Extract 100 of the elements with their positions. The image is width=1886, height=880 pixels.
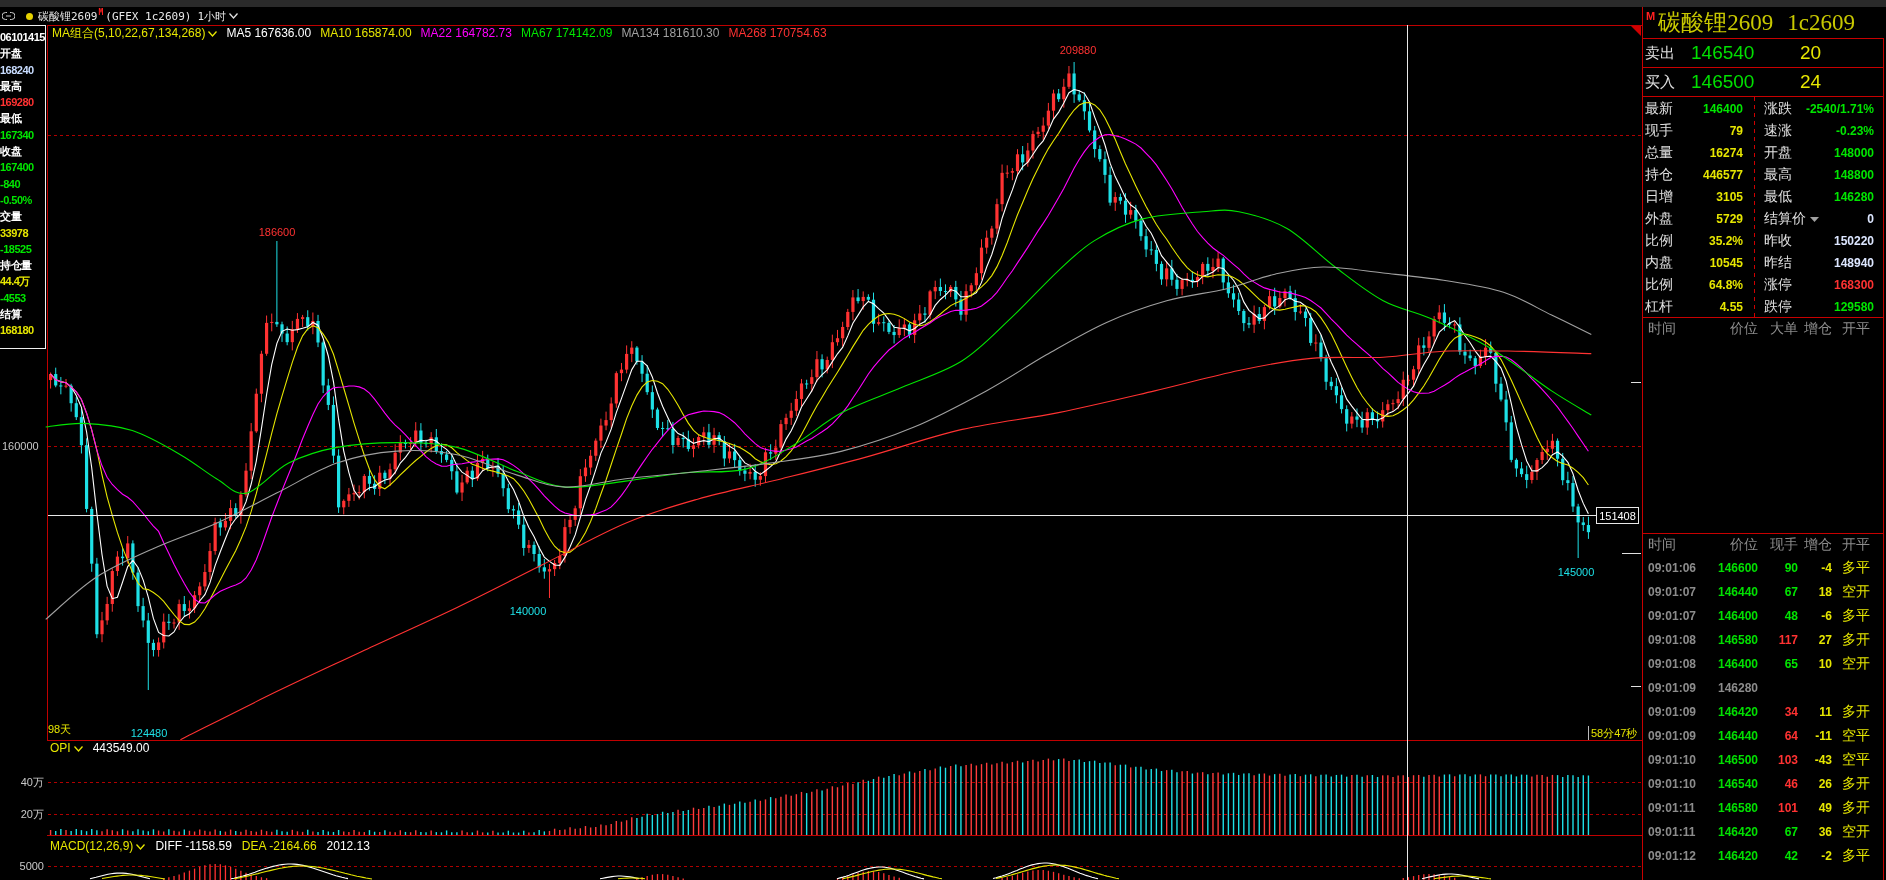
trade-volume: 67 (1784, 585, 1798, 599)
quote-value: 16274 (1709, 146, 1743, 160)
quote-label: 总量 (1645, 144, 1673, 162)
quote-value: 146280 (1833, 190, 1874, 204)
quote-value: 3105 (1716, 190, 1743, 204)
quote-label: 昨结 (1764, 254, 1792, 272)
column-header: 时间 (1647, 320, 1677, 338)
quote-label: 杠杆 (1645, 298, 1673, 316)
trade-price: 146420 (1717, 825, 1758, 839)
period-dropdown[interactable]: 1小时 (197, 8, 239, 24)
indicator-dropdown[interactable]: MACD(12,26,9) (50, 839, 146, 854)
axis-tick (1621, 553, 1642, 554)
quote-value: 168300 (1833, 278, 1874, 292)
quote-label: 比例 (1645, 276, 1673, 294)
data-window-text: -4553 (0, 290, 26, 306)
trade-volume: 34 (1784, 705, 1798, 719)
link-icon[interactable] (2, 12, 15, 20)
open-interest-change: 10 (1818, 657, 1832, 671)
open-interest-change: 26 (1818, 777, 1832, 791)
caret-down-icon[interactable] (1810, 216, 1819, 222)
data-window-text: 168180 (0, 323, 34, 339)
moving-average-value: MA10 165874.00 (320, 26, 412, 41)
quote-label: 最低 (1764, 188, 1792, 206)
chevron-down-icon (136, 843, 146, 850)
axis-tick (1630, 686, 1642, 687)
quote-label: 涨停 (1764, 276, 1792, 294)
indicator-value: 443549.00 (92, 741, 150, 756)
quote-value: 148800 (1833, 168, 1874, 182)
column-header: 价位 (1730, 536, 1758, 554)
trade-price: 146420 (1717, 849, 1758, 863)
quote-label: 最新 (1645, 100, 1673, 118)
countdown-label: 58分47秒 (1591, 727, 1638, 739)
trade-type: 空开 (1841, 655, 1871, 673)
trade-price: 146400 (1717, 657, 1758, 671)
indicator-value: 2012.13 (326, 839, 370, 854)
axis-tick (1630, 382, 1642, 383)
open-interest-change: -2 (1821, 849, 1832, 863)
column-header: 增仓 (1804, 536, 1832, 554)
chevron-down-icon (73, 745, 83, 752)
indicator-dropdown[interactable]: OPI (50, 741, 83, 756)
order-volume: 24 (1800, 71, 1823, 93)
market-letter-label: M (1646, 10, 1656, 22)
quote-value: 148940 (1833, 256, 1874, 270)
price-extreme-label: 145000 (1557, 566, 1595, 578)
quote-label: 持仓 (1645, 166, 1673, 184)
open-interest-change: 27 (1818, 633, 1832, 647)
trade-price: 146540 (1717, 777, 1758, 791)
trade-price: 146440 (1717, 729, 1758, 743)
quote-label: 涨跌 (1764, 100, 1792, 118)
open-interest-change: -6 (1821, 609, 1832, 623)
open-interest-change: 18 (1818, 585, 1832, 599)
open-interest-change: -11 (1815, 729, 1832, 743)
trade-time: 09:01:09 (1647, 681, 1698, 695)
quote-value: 64.8% (1708, 278, 1743, 292)
trade-time: 09:01:10 (1647, 753, 1698, 767)
quote-value: 146400 (1702, 102, 1743, 116)
quote-label: 结算价 (1764, 210, 1806, 228)
data-window-text: -18525 (0, 241, 32, 257)
contract-title: 碳酸锂2609 (38, 8, 98, 24)
trade-time: 09:01:11 (1647, 825, 1697, 839)
trade-type: 多开 (1841, 631, 1871, 649)
trade-time: 09:01:08 (1647, 657, 1698, 671)
trade-volume: 103 (1777, 753, 1798, 767)
quote-value: 129580 (1833, 300, 1874, 314)
trade-price: 146500 (1717, 753, 1758, 767)
trade-volume: 46 (1784, 777, 1798, 791)
indicator-value: DEA -2164.66 (241, 839, 317, 854)
price-extreme-label: 186600 (258, 226, 296, 238)
trade-time: 09:01:07 (1647, 585, 1698, 599)
quote-label: 开盘 (1764, 144, 1792, 162)
column-header: 现手 (1770, 536, 1798, 554)
price-extreme-label: 124480 (130, 727, 168, 739)
status-dot-icon (26, 12, 33, 20)
bar-count-label: 98天 (48, 723, 72, 735)
data-window-text: 交量 (0, 209, 21, 225)
trade-type: 空平 (1841, 727, 1871, 745)
open-interest-change: -43 (1814, 753, 1832, 767)
price-extreme-label: 140000 (509, 605, 547, 617)
indicator-dropdown[interactable]: MA组合(5,10,22,67,134,268) (52, 26, 218, 41)
quote-label: 日增 (1645, 188, 1673, 206)
trade-volume: 42 (1784, 849, 1798, 863)
trade-price: 146280 (1717, 681, 1758, 695)
moving-average-value: MA134 181610.30 (621, 26, 720, 41)
open-interest-change: 36 (1818, 825, 1832, 839)
price-extreme-label: 209880 (1059, 44, 1097, 56)
quote-label: 比例 (1645, 232, 1673, 250)
quote-value: 0 (1867, 212, 1874, 226)
trade-price: 146580 (1717, 801, 1758, 815)
quote-value: 446577 (1702, 168, 1743, 182)
trade-volume: 101 (1777, 801, 1798, 815)
trade-price: 146440 (1717, 585, 1758, 599)
open-interest-change: 11 (1819, 705, 1832, 719)
trade-type: 空开 (1841, 583, 1871, 601)
trade-time: 09:01:08 (1647, 633, 1698, 647)
contract-code: 1c2609 (1787, 9, 1855, 36)
data-window-text: 167340 (0, 127, 34, 143)
quote-value: 5729 (1716, 212, 1743, 226)
trade-volume: 117 (1778, 633, 1798, 647)
quote-label: 现手 (1645, 122, 1673, 140)
data-window-text: 收盘 (0, 144, 21, 160)
